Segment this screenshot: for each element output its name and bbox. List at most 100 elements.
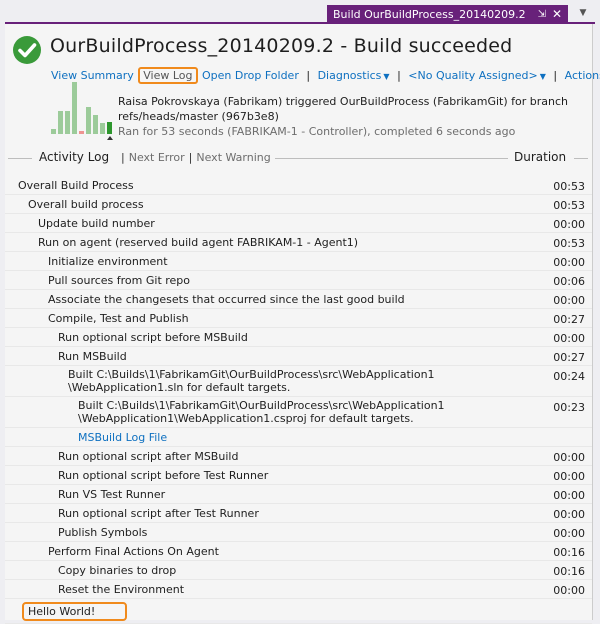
log-row-duration: 00:00 — [553, 218, 585, 231]
log-row-duration: 00:00 — [553, 256, 585, 269]
log-row-duration: 00:00 — [553, 527, 585, 540]
log-row[interactable]: Overall build process 00:53 — [5, 195, 592, 214]
log-row-label: Initialize environment — [48, 255, 168, 268]
log-row-duration: 00:16 — [553, 546, 585, 559]
divider — [8, 158, 32, 159]
log-row[interactable]: Built C:\Builds\1\FabrikamGit\OurBuildPr… — [5, 397, 592, 428]
log-row[interactable]: Run MSBuild 00:27 — [5, 347, 592, 366]
log-row-duration: 00:00 — [553, 294, 585, 307]
log-row-duration: 00:16 — [553, 565, 585, 578]
log-row[interactable]: Associate the changesets that occurred s… — [5, 290, 592, 309]
log-row-label: Update build number — [38, 217, 155, 230]
log-row[interactable]: Initialize environment 00:00 — [5, 252, 592, 271]
log-row[interactable]: Run optional script before MSBuild 00:00 — [5, 328, 592, 347]
build-action-links: View Summary View Log Open Drop Folder |… — [51, 67, 600, 84]
history-bar[interactable] — [58, 111, 63, 134]
log-row-duration: 00:06 — [553, 275, 585, 288]
log-row[interactable]: Perform Final Actions On Agent 00:16 — [5, 542, 592, 561]
activity-log-title: Activity Log — [39, 150, 110, 164]
log-row-label: Publish Symbols — [58, 526, 148, 539]
log-row[interactable]: Run optional script before Test Runner 00… — [5, 466, 592, 485]
log-row-label: Run MSBuild — [58, 350, 127, 363]
log-row-duration: 00:00 — [553, 470, 585, 483]
log-row-label: Pull sources from Git repo — [48, 274, 191, 287]
history-bar[interactable] — [65, 111, 70, 134]
log-row-label: Run VS Test Runner — [58, 488, 166, 501]
build-details-panel: OurBuildProcess_20140209.2 - Build succe… — [5, 24, 600, 624]
separator: | — [121, 151, 125, 164]
log-row-duration: 00:23 — [553, 401, 585, 414]
chevron-down-icon[interactable]: ▼ — [576, 8, 590, 20]
view-log-link[interactable]: View Log — [138, 67, 198, 84]
log-row-duration: 00:27 — [553, 313, 585, 326]
log-row[interactable]: Update build number 00:00 — [5, 214, 592, 233]
divider — [574, 158, 588, 159]
log-row[interactable]: Compile, Test and Publish 00:27 — [5, 309, 592, 328]
build-summary: Raisa Pokrovskaya (Fabrikam) triggered O… — [118, 94, 568, 139]
log-row-duration: 00:53 — [553, 237, 585, 250]
summary-trigger-text: Raisa Pokrovskaya (Fabrikam) triggered O… — [118, 95, 568, 108]
log-row[interactable]: Built C:\Builds\1\FabrikamGit\OurBuildPr… — [5, 366, 592, 397]
log-row[interactable]: Reset the Environment 00:00 — [5, 580, 592, 599]
chevron-down-icon: ▼ — [539, 72, 546, 81]
chevron-down-icon: ▼ — [383, 72, 390, 81]
history-bar[interactable] — [72, 82, 77, 134]
build-document-tab[interactable]: Build OurBuildProcess_20140209.2 ⇲ ✕ — [327, 5, 568, 24]
build-title: OurBuildProcess_20140209.2 - Build succe… — [50, 35, 513, 57]
log-row-label: Compile, Test and Publish — [48, 312, 189, 325]
build-history-histogram — [51, 80, 113, 140]
log-row-label: Copy binaries to drop — [58, 564, 177, 577]
tab-title: Build OurBuildProcess_20140209.2 — [333, 8, 526, 21]
check-circle-icon — [13, 36, 41, 64]
highlight-box: Hello World! — [22, 602, 128, 621]
log-row-label: Perform Final Actions On Agent — [48, 545, 219, 558]
log-row[interactable]: Run optional script after Test Runner 00:… — [5, 504, 592, 523]
log-row-label: Associate the changesets that occurred s… — [48, 293, 405, 306]
log-row-duration: 00:24 — [553, 370, 585, 383]
history-bar[interactable] — [93, 115, 98, 134]
history-bar[interactable] — [107, 122, 112, 134]
history-bar[interactable] — [100, 123, 105, 134]
log-row-label: Run on agent (reserved build agent FABRI… — [38, 236, 359, 249]
log-row-duration: 00:00 — [553, 451, 585, 464]
log-row[interactable]: Copy binaries to drop 00:16 — [5, 561, 592, 580]
history-bar[interactable] — [86, 107, 91, 134]
separator: | — [188, 151, 193, 164]
next-warning-link[interactable]: Next Warning — [196, 151, 270, 164]
log-row-label: Run optional script after Test Runner — [58, 507, 259, 520]
summary-duration-text: Ran for 53 seconds (FABRIKAM-1 - Control… — [118, 125, 516, 138]
msbuild-log-file-link[interactable]: MSBuild Log File — [78, 431, 592, 444]
history-bar[interactable] — [51, 129, 56, 134]
log-row-duration: 00:00 — [553, 584, 585, 597]
history-bar[interactable] — [79, 131, 84, 134]
log-output-row[interactable]: Hello World! — [5, 599, 592, 624]
quality-label: <No Quality Assigned> — [408, 69, 538, 82]
log-row[interactable]: Overall Build Process 00:53 — [5, 176, 592, 195]
document-tab-strip: Build OurBuildProcess_20140209.2 ⇲ ✕ ▼ — [0, 0, 600, 24]
diagnostics-menu[interactable]: Diagnostics ▼ — [318, 69, 390, 82]
log-row-label: Overall build process — [28, 198, 144, 211]
log-row-duration: 00:00 — [553, 489, 585, 502]
current-build-marker-icon — [106, 136, 113, 140]
actions-menu[interactable]: Actions▼ — [565, 69, 600, 82]
log-row-label: Run optional script before MSBuild — [58, 331, 248, 344]
open-drop-folder-link[interactable]: Open Drop Folder — [202, 69, 299, 82]
quality-menu[interactable]: <No Quality Assigned> ▼ — [408, 69, 546, 82]
summary-branch-text: refs/heads/master (967b3e8) — [118, 110, 279, 123]
log-row[interactable]: Run optional script after MSBuild 00:00 — [5, 447, 592, 466]
separator: | — [306, 69, 311, 82]
activity-log-list: Overall Build Process 00:53 Overall build … — [5, 176, 592, 624]
log-row[interactable]: Run VS Test Runner 00:00 — [5, 485, 592, 504]
close-icon[interactable]: ✕ — [552, 5, 562, 24]
log-row[interactable]: Run on agent (reserved build agent FABRI… — [5, 233, 592, 252]
log-row[interactable]: Pull sources from Git repo 00:06 — [5, 271, 592, 290]
log-row[interactable]: Publish Symbols 00:00 — [5, 523, 592, 542]
duration-header: Duration — [514, 150, 567, 164]
activity-log-header: Activity Log | Next Error | Next Warning Du… — [5, 150, 592, 166]
log-row-duration: 00:00 — [553, 332, 585, 345]
log-row-duration: 00:53 — [553, 199, 585, 212]
log-row-duration: 00:53 — [553, 180, 585, 193]
pin-icon[interactable]: ⇲ — [538, 5, 546, 24]
log-row[interactable]: MSBuild Log File — [5, 428, 592, 447]
next-error-link[interactable]: Next Error — [129, 151, 185, 164]
